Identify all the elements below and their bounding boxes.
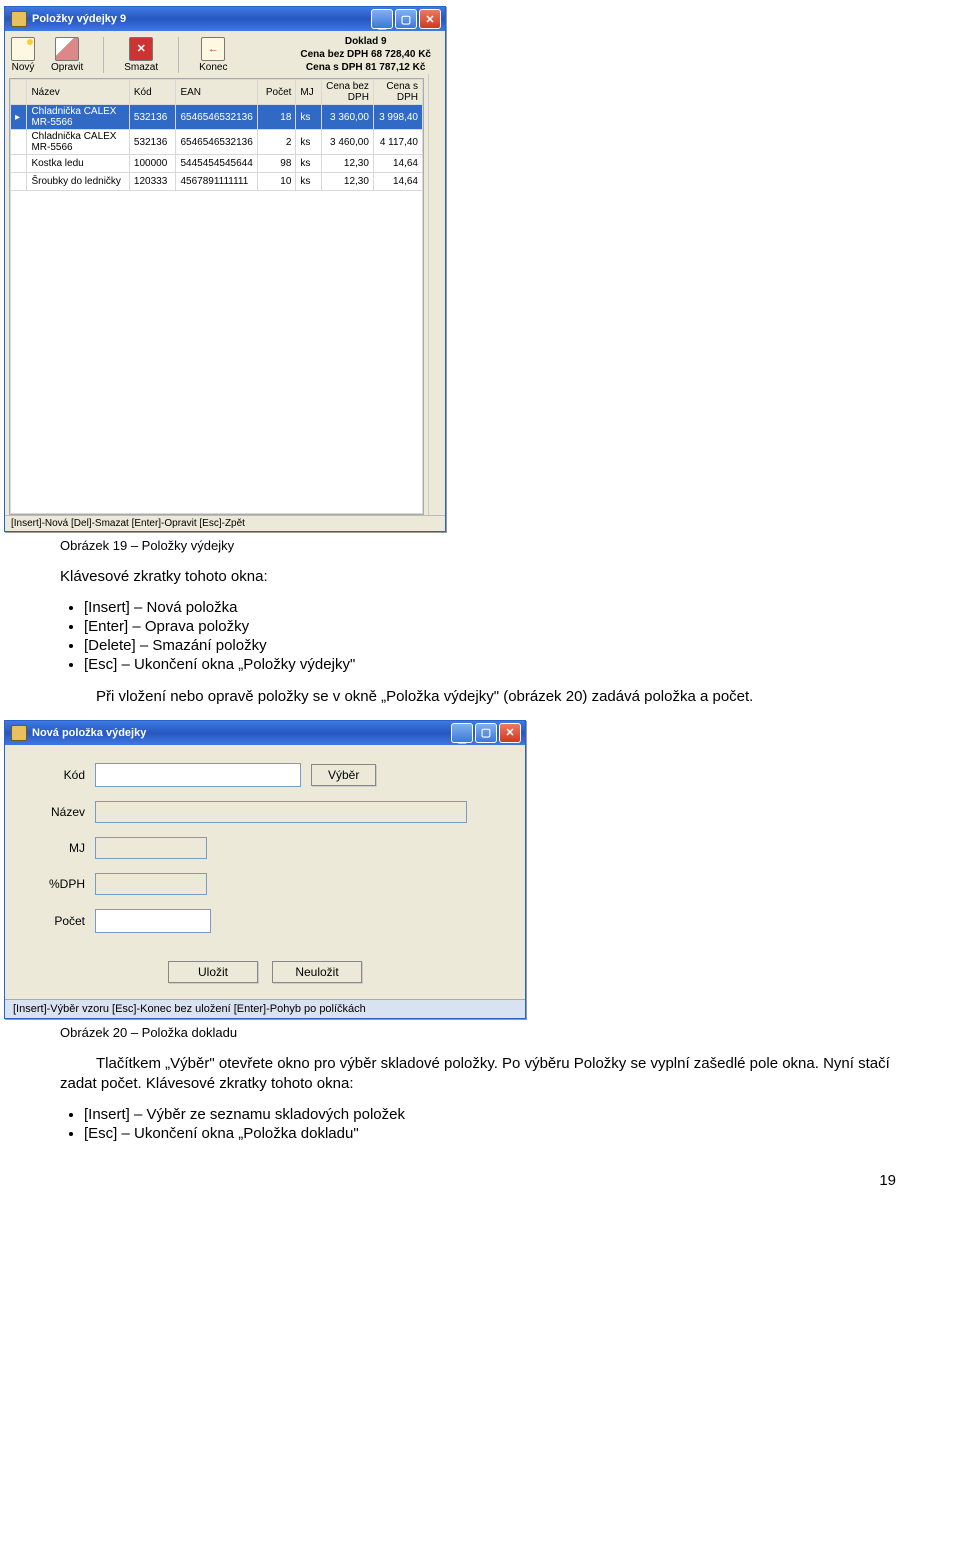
figure-caption-19: Obrázek 19 – Položky výdejky	[60, 538, 900, 553]
shortcuts-list-1: [Insert] – Nová položka [Enter] – Oprava…	[84, 599, 900, 673]
text-paragraph: Při vložení nebo opravě položky se v okn…	[60, 687, 900, 707]
summary-sdph: Cena s DPH 81 787,12 Kč	[300, 61, 431, 74]
button-vyber[interactable]: Výběr	[311, 764, 376, 786]
items-grid[interactable]: Název Kód EAN Počet MJ Cena bez DPH Cena…	[9, 78, 424, 515]
input-pocet[interactable]	[95, 909, 211, 933]
toolbar-new[interactable]: Nový	[11, 37, 35, 73]
scrollbar[interactable]	[428, 74, 445, 515]
toolbar-edit[interactable]: Opravit	[51, 37, 83, 73]
toolbar: Nový Opravit Smazat Konec Doklad 9 Cena …	[5, 31, 445, 74]
col-bezdph[interactable]: Cena bez DPH	[321, 80, 373, 105]
input-dph	[95, 873, 207, 895]
close-button[interactable]: ✕	[499, 723, 521, 743]
toolbar-delete-label: Smazat	[124, 62, 158, 73]
summary-doc: Doklad 9	[300, 35, 431, 48]
window-title: Položky výdejky 9	[32, 13, 126, 25]
label-dph: %DPH	[25, 877, 85, 891]
maximize-button[interactable]: ▢	[475, 723, 497, 743]
table-row[interactable]: ▸ Chladnička CALEX MR-5566 532136 654654…	[11, 105, 423, 130]
separator	[103, 37, 104, 73]
app-icon	[11, 725, 27, 741]
label-kod: Kód	[25, 768, 85, 782]
new-icon	[11, 37, 35, 61]
titlebar[interactable]: Nová položka výdejky _ ▢ ✕	[5, 721, 525, 745]
delete-icon	[129, 37, 153, 61]
table-row[interactable]: Chladnička CALEX MR-5566 532136 65465465…	[11, 130, 423, 155]
maximize-button[interactable]: ▢	[395, 9, 417, 29]
text-shortcuts-intro: Klávesové zkratky tohoto okna:	[60, 567, 900, 587]
button-save[interactable]: Uložit	[168, 961, 258, 983]
end-icon	[201, 37, 225, 61]
document-summary: Doklad 9 Cena bez DPH 68 728,40 Kč Cena …	[300, 35, 439, 74]
col-kod[interactable]: Kód	[129, 80, 176, 105]
toolbar-end-label: Konec	[199, 62, 227, 73]
list-item: [Insert] – Výběr ze seznamu skladových p…	[84, 1106, 900, 1123]
input-nazev	[95, 801, 467, 823]
table-row[interactable]: Kostka ledu 100000 5445454545644 98 ks 1…	[11, 155, 423, 173]
toolbar-edit-label: Opravit	[51, 62, 83, 73]
col-mj[interactable]: MJ	[296, 80, 322, 105]
toolbar-delete[interactable]: Smazat	[124, 37, 158, 73]
statusbar: [Insert]-Nová [Del]-Smazat [Enter]-Oprav…	[5, 515, 445, 531]
statusbar: [Insert]-Výběr vzoru [Esc]-Konec bez ulo…	[5, 999, 525, 1018]
window-title: Nová položka výdejky	[32, 727, 146, 739]
col-ean[interactable]: EAN	[176, 80, 257, 105]
toolbar-end[interactable]: Konec	[199, 37, 227, 73]
app-icon	[11, 11, 27, 27]
toolbar-new-label: Nový	[11, 62, 35, 73]
input-kod[interactable]	[95, 763, 301, 787]
separator	[178, 37, 179, 73]
input-mj	[95, 837, 207, 859]
list-item: [Esc] – Ukončení okna „Položka dokladu"	[84, 1125, 900, 1142]
close-button[interactable]: ✕	[419, 9, 441, 29]
col-pocet[interactable]: Počet	[257, 80, 296, 105]
label-pocet: Počet	[25, 914, 85, 928]
minimize-button[interactable]: _	[451, 723, 473, 743]
table-row[interactable]: Šroubky do ledničky 120333 4567891111111…	[11, 173, 423, 191]
col-marker[interactable]	[11, 80, 27, 105]
list-item: [Delete] – Smazání položky	[84, 637, 900, 654]
text-paragraph: Tlačítkem „Výběr" otevřete okno pro výbě…	[60, 1054, 900, 1095]
button-cancel[interactable]: Neuložit	[272, 961, 362, 983]
shortcuts-list-2: [Insert] – Výběr ze seznamu skladových p…	[84, 1106, 900, 1142]
list-item: [Enter] – Oprava položky	[84, 618, 900, 635]
edit-icon	[55, 37, 79, 61]
summary-bezdph: Cena bez DPH 68 728,40 Kč	[300, 48, 431, 61]
label-mj: MJ	[25, 841, 85, 855]
window-polozky-vydejky: Položky výdejky 9 _ ▢ ✕ Nový Opravit Sma…	[4, 6, 446, 532]
minimize-button[interactable]: _	[371, 9, 393, 29]
list-item: [Esc] – Ukončení okna „Položky výdejky"	[84, 656, 900, 673]
window-nova-polozka: Nová položka výdejky _ ▢ ✕ Kód Výběr Náz…	[4, 720, 526, 1019]
col-nazev[interactable]: Název	[27, 80, 129, 105]
titlebar[interactable]: Položky výdejky 9 _ ▢ ✕	[5, 7, 445, 31]
list-item: [Insert] – Nová položka	[84, 599, 900, 616]
page-number: 19	[60, 1172, 900, 1189]
figure-caption-20: Obrázek 20 – Položka dokladu	[60, 1025, 900, 1040]
label-nazev: Název	[25, 805, 85, 819]
col-sdph[interactable]: Cena s DPH	[373, 80, 422, 105]
